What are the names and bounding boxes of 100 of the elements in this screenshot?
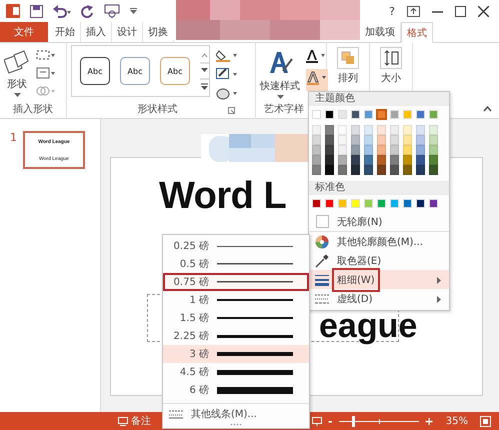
color-swatch[interactable] xyxy=(390,125,399,135)
color-swatch[interactable] xyxy=(364,125,373,135)
menu-item[interactable]: 其他轮廓颜色(M)... xyxy=(309,232,449,251)
color-swatch[interactable] xyxy=(351,165,360,175)
arrange-button[interactable]: 排列 xyxy=(331,47,365,85)
customize-caret-icon[interactable] xyxy=(130,8,137,14)
color-swatch[interactable] xyxy=(338,155,347,165)
menu-item[interactable]: 1 磅 xyxy=(163,291,309,309)
color-swatch[interactable] xyxy=(338,145,347,155)
color-swatch[interactable] xyxy=(377,110,386,119)
color-swatch[interactable] xyxy=(377,125,386,135)
shape-style-option[interactable]: Abc xyxy=(80,57,110,85)
menu-item[interactable]: 0.25 磅 xyxy=(163,237,309,255)
color-swatch[interactable] xyxy=(377,165,386,175)
menu-item[interactable]: 粗细(W) xyxy=(309,270,449,289)
notes-button[interactable]: 备注 xyxy=(118,414,151,428)
color-swatch[interactable] xyxy=(403,145,412,155)
menu-item[interactable]: 4.5 磅 xyxy=(163,363,309,381)
zoom-in-button[interactable]: + xyxy=(424,414,434,428)
close-icon[interactable] xyxy=(478,6,489,16)
help-button[interactable]: ? xyxy=(389,4,395,18)
color-swatch[interactable] xyxy=(403,135,412,145)
ribbon-tab[interactable]: 格式 xyxy=(401,22,433,43)
size-button[interactable]: 大小 xyxy=(374,47,408,85)
menu-item[interactable]: 0.5 磅 xyxy=(163,255,309,273)
color-swatch[interactable] xyxy=(325,145,334,155)
color-swatch[interactable] xyxy=(338,135,347,145)
menu-item[interactable]: 0.75 磅 xyxy=(163,273,309,291)
ribbon-tab[interactable]: 设计 xyxy=(112,22,143,42)
menu-item[interactable]: 无轮廓(N) xyxy=(309,212,449,232)
menu-item[interactable]: 虚线(D) xyxy=(309,289,449,308)
color-swatch[interactable] xyxy=(312,135,321,145)
color-swatch[interactable] xyxy=(325,135,334,145)
color-swatch[interactable] xyxy=(312,125,321,135)
color-swatch[interactable] xyxy=(364,135,373,145)
ribbon-tab[interactable]: 插入 xyxy=(81,22,112,42)
color-swatch[interactable] xyxy=(429,155,438,165)
color-swatch[interactable] xyxy=(377,145,386,155)
color-swatch[interactable] xyxy=(325,155,334,165)
color-swatch[interactable] xyxy=(325,165,334,175)
color-swatch[interactable] xyxy=(325,125,334,135)
zoom-out-button[interactable]: - xyxy=(328,414,333,428)
color-swatch[interactable] xyxy=(390,155,399,165)
menu-item[interactable]: 其他线条(M)... xyxy=(163,403,309,423)
color-swatch[interactable] xyxy=(416,165,425,175)
redo-icon[interactable] xyxy=(81,4,94,18)
menu-item[interactable]: 取色器(E) xyxy=(309,251,449,270)
color-swatch[interactable] xyxy=(416,155,425,165)
color-swatch[interactable] xyxy=(312,145,321,155)
fill-bucket-icon[interactable] xyxy=(216,49,238,62)
color-swatch[interactable] xyxy=(390,135,399,145)
color-swatch[interactable] xyxy=(351,125,360,135)
color-swatch[interactable] xyxy=(364,155,373,165)
text-outline-button[interactable] xyxy=(306,69,328,91)
shape-style-option[interactable]: Abc xyxy=(120,57,150,85)
zoom-level[interactable]: 35% xyxy=(446,416,468,426)
merge-shapes-icon[interactable] xyxy=(36,85,56,97)
menu-item[interactable]: 2.25 磅 xyxy=(163,327,309,345)
color-swatch[interactable] xyxy=(351,145,360,155)
color-swatch[interactable] xyxy=(403,165,412,175)
view-icon[interactable] xyxy=(312,416,322,426)
color-swatch[interactable] xyxy=(364,165,373,175)
file-tab[interactable]: 文件 xyxy=(0,22,48,42)
color-swatch[interactable] xyxy=(390,145,399,155)
color-swatch[interactable] xyxy=(416,125,425,135)
ribbon-tab[interactable]: 切换 xyxy=(143,22,174,42)
pen-outline-icon[interactable] xyxy=(216,68,238,81)
color-swatch[interactable] xyxy=(403,155,412,165)
maximize-icon[interactable] xyxy=(455,6,466,16)
color-swatch[interactable] xyxy=(429,125,438,135)
menu-item[interactable]: 6 磅 xyxy=(163,381,309,399)
color-swatch[interactable] xyxy=(338,165,347,175)
save-icon[interactable] xyxy=(30,4,43,18)
color-swatch[interactable] xyxy=(377,155,386,165)
text-box-icon[interactable] xyxy=(36,67,56,79)
color-swatch[interactable] xyxy=(403,125,412,135)
color-swatch[interactable] xyxy=(416,135,425,145)
presentation-icon[interactable] xyxy=(104,4,120,18)
color-swatch[interactable] xyxy=(429,135,438,145)
shapes-button[interactable]: 形状 xyxy=(4,45,30,97)
color-swatch[interactable] xyxy=(416,145,425,155)
color-swatch[interactable] xyxy=(351,135,360,145)
color-swatch[interactable] xyxy=(390,165,399,175)
color-swatch[interactable] xyxy=(377,135,386,145)
edit-shape-icon[interactable] xyxy=(36,49,56,61)
quick-styles-button[interactable]: 快速样式 xyxy=(260,45,300,99)
menu-item[interactable]: 1.5 磅 xyxy=(163,309,309,327)
color-swatch[interactable] xyxy=(351,155,360,165)
color-swatch[interactable] xyxy=(338,125,347,135)
collapse-ribbon-icon[interactable] xyxy=(483,106,492,112)
fit-slide-icon[interactable] xyxy=(480,416,491,426)
dialog-launcher-icon[interactable] xyxy=(228,106,234,114)
color-swatch[interactable] xyxy=(312,155,321,165)
undo-icon[interactable] xyxy=(53,4,71,18)
ribbon-display-icon[interactable] xyxy=(407,6,420,16)
color-swatch[interactable] xyxy=(364,145,373,155)
color-swatch[interactable] xyxy=(429,145,438,155)
shape-effects-icon[interactable] xyxy=(216,87,238,100)
ribbon-tab[interactable]: 开始 xyxy=(50,22,81,42)
color-swatch[interactable] xyxy=(429,165,438,175)
